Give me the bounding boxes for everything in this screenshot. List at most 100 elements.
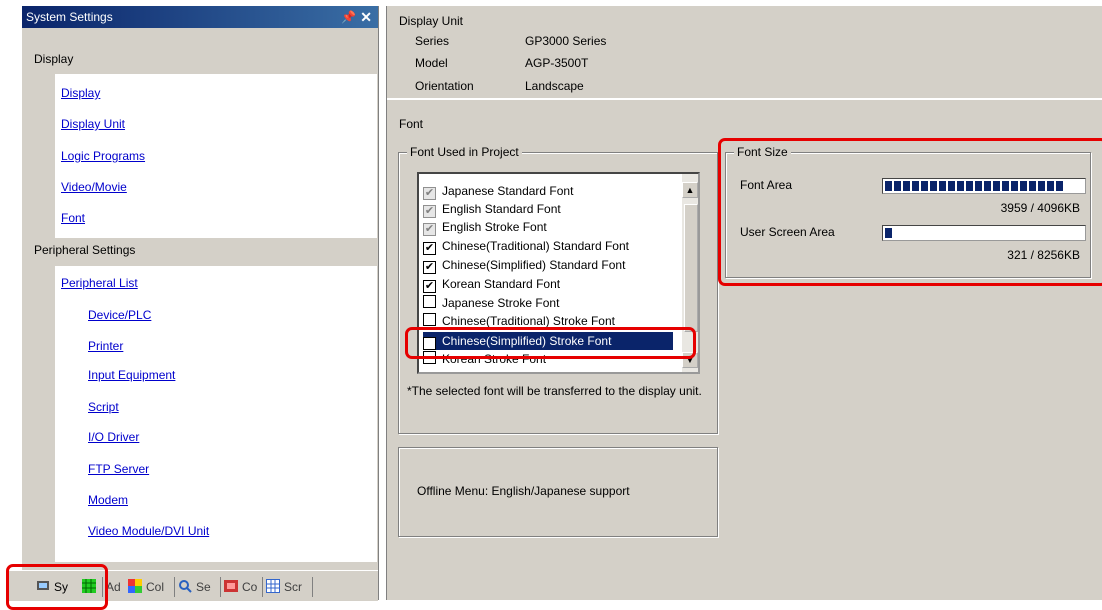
tab-grid[interactable] [82,577,100,597]
offline-menu-box: Offline Menu: English/Japanese support [398,447,718,537]
tab-system-settings[interactable]: Sy [36,577,68,597]
progress-segment [885,228,892,238]
font-checkbox: ✔ [423,223,436,236]
font-item-label: English Stroke Font [442,220,547,234]
font-list-item[interactable]: Chinese(Traditional) Stroke Font [423,312,673,330]
font-list-item[interactable]: ✔ Japanese Standard Font [423,182,673,200]
font-checkbox[interactable]: ✔ [423,337,436,350]
panel-title-bar[interactable]: System Settings 📌 ✕ [22,6,378,28]
font-list-item[interactable]: ✔ Korean Standard Font [423,275,673,293]
font-checkbox[interactable] [423,351,436,364]
panel-title: System Settings [26,10,113,24]
font-list-item[interactable]: ✔ English Standard Font [423,200,673,218]
tab-label: Scr [284,580,302,594]
search-icon [178,579,192,593]
font-list-item[interactable]: ✔ Chinese(Simplified) Stroke Font [423,332,673,350]
tab-label: Ad [106,580,121,594]
common-icon [224,579,238,593]
system-settings-icon [36,579,50,593]
link-logic-programs[interactable]: Logic Programs [61,149,145,163]
grid-icon [82,579,96,593]
link-modem[interactable]: Modem [88,493,128,507]
font-list-item[interactable]: Korean Stroke Font [423,350,673,368]
progress-segment [930,181,937,191]
offline-menu-text: Offline Menu: English/Japanese support [417,484,630,498]
font-checkbox[interactable]: ✔ [423,261,436,274]
link-peripheral-list[interactable]: Peripheral List [61,276,138,290]
progress-segment [993,181,1000,191]
panel-tab-bar: Sy Ad Col Se Co Scr [6,570,378,601]
progress-segment [1011,181,1018,191]
peripheral-section-header: Peripheral Settings [34,243,136,257]
model-value: AGP-3500T [525,56,589,70]
user-screen-area-value: 321 / 8256KB [1007,248,1080,262]
scroll-up-button[interactable]: ▲ [682,182,698,198]
link-script[interactable]: Script [88,400,119,414]
font-item-label: Korean Standard Font [442,277,561,291]
progress-segment [1029,181,1036,191]
font-transfer-note: *The selected font will be transferred t… [407,384,702,398]
series-value: GP3000 Series [525,34,607,48]
font-item-label: Chinese(Traditional) Standard Font [442,239,629,253]
tab-separator [174,577,175,597]
font-checkbox[interactable] [423,295,436,308]
progress-segment [1020,181,1027,191]
link-input-equipment[interactable]: Input Equipment [88,368,175,382]
model-label: Model [415,56,448,70]
tab-color[interactable]: Col [128,577,164,597]
system-settings-panel: System Settings 📌 ✕ Display Display Disp… [0,0,384,601]
link-font[interactable]: Font [61,211,85,225]
font-checkbox: ✔ [423,187,436,200]
link-device-plc[interactable]: Device/PLC [88,308,151,322]
link-printer[interactable]: Printer [88,339,123,353]
font-checkbox[interactable] [423,313,436,326]
font-list-scrollbar[interactable]: ▲ ▼ [682,174,698,372]
link-display[interactable]: Display [61,86,100,100]
link-ftp-server[interactable]: FTP Server [88,462,149,476]
tab-separator [312,577,313,597]
progress-segment [894,181,901,191]
user-screen-area-label: User Screen Area [740,225,835,239]
progress-segment [921,181,928,191]
font-checkbox[interactable]: ✔ [423,242,436,255]
progress-segment [1056,181,1063,191]
progress-segment [984,181,991,191]
font-list[interactable]: ✔ Japanese Standard Font ✔ English Standard… [417,172,700,374]
progress-segment [939,181,946,191]
font-list-item[interactable]: ✔ Chinese(Simplified) Standard Font [423,256,673,274]
font-heading: Font [399,117,424,131]
progress-segment [975,181,982,191]
orientation-label: Orientation [415,79,474,93]
font-item-label: Japanese Stroke Font [442,296,560,310]
link-video-module-dvi[interactable]: Video Module/DVI Unit [88,524,209,538]
font-item-label: Japanese Standard Font [442,184,574,198]
progress-segment [966,181,973,191]
font-used-title: Font Used in Project [407,145,522,159]
tab-screen[interactable]: Scr [266,577,302,597]
tab-label: Sy [54,580,69,594]
link-video-movie[interactable]: Video/Movie [61,180,127,194]
font-list-item[interactable]: ✔ English Stroke Font [423,218,673,236]
font-list-item[interactable]: Japanese Stroke Font [423,294,673,312]
screen-icon [266,579,280,593]
system-settings-frame: System Settings 📌 ✕ Display Display Disp… [22,6,379,600]
pin-icon[interactable]: 📌 [341,6,356,28]
close-icon[interactable]: ✕ [360,6,372,28]
tab-common[interactable]: Co [224,577,257,597]
scroll-down-button[interactable]: ▼ [682,352,698,368]
progress-segment [903,181,910,191]
font-checkbox[interactable]: ✔ [423,280,436,293]
scroll-thumb[interactable] [684,204,698,332]
tab-label: Col [146,580,165,594]
font-list-item[interactable]: ✔ Chinese(Traditional) Standard Font [423,237,673,255]
link-display-unit[interactable]: Display Unit [61,117,125,131]
font-item-label: English Standard Font [442,202,561,216]
tab-search[interactable]: Se [178,577,211,597]
tab-label: Se [196,580,211,594]
link-io-driver[interactable]: I/O Driver [88,430,139,444]
tab-separator [262,577,263,597]
peripheral-section-list: Peripheral List Device/PLC Printer Input… [55,266,377,562]
tab-address[interactable]: Ad [106,577,121,597]
display-unit-info: Display Unit Series GP3000 Series Model … [387,6,1102,100]
font-size-group: Font Size Font Area 3959 / 4096KB User S… [725,145,1091,278]
